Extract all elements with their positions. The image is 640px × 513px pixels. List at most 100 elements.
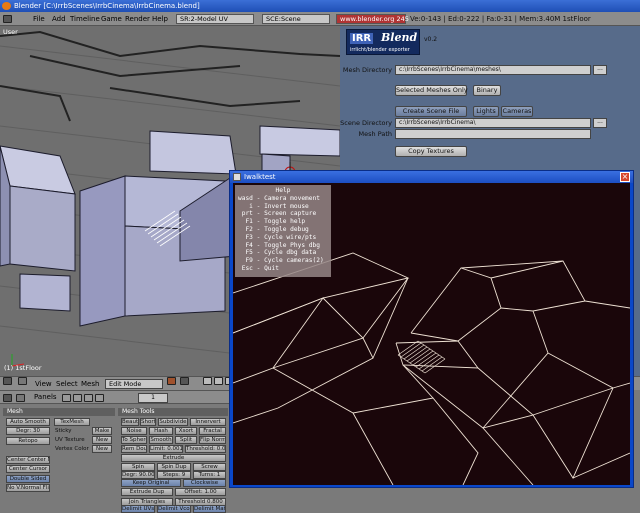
tool-limit-field[interactable]: Limit: 0.001 bbox=[149, 445, 183, 453]
menu-help[interactable]: Help bbox=[152, 12, 168, 26]
iwalktest-window[interactable]: Iwalktest × Help wasd - Camera movement … bbox=[229, 170, 634, 488]
irrb-logo-blend: Blend bbox=[381, 31, 418, 44]
tool-to-sphere[interactable]: To Sphere bbox=[121, 436, 147, 444]
screw-button[interactable]: Screw bbox=[193, 463, 226, 471]
buttons-collapse-icon[interactable] bbox=[16, 394, 25, 402]
selected-meshes-only-toggle[interactable]: Selected Meshes Only bbox=[395, 85, 468, 96]
buttons-editor-icon[interactable] bbox=[3, 394, 12, 402]
mesh-directory-field[interactable]: c:\IrrbScenes\IrrbCinema\meshes\ bbox=[395, 65, 591, 75]
tool-hash[interactable]: Hash bbox=[149, 427, 173, 435]
vertex-select-icon[interactable] bbox=[203, 377, 212, 385]
help-line: F2 - Toggle debug bbox=[238, 225, 309, 233]
help-line: F1 - Toggle help bbox=[238, 218, 306, 226]
uv-texture-label: UV Texture bbox=[55, 437, 85, 443]
screen-selector[interactable]: SR:2-Model UV bbox=[176, 14, 254, 24]
uv-texture-new-button[interactable]: New bbox=[92, 436, 112, 444]
copy-textures-toggle[interactable]: Copy Textures bbox=[395, 146, 467, 157]
tool-rem-doubles[interactable]: Rem Doubles bbox=[121, 445, 147, 453]
help-line: F3 - Cycle wire/pts bbox=[238, 233, 317, 241]
center-new-button[interactable]: Center Center Ne bbox=[6, 456, 50, 464]
auto-smooth-toggle[interactable]: Auto Smooth bbox=[6, 418, 50, 426]
tool-innervert[interactable]: Innervert bbox=[190, 418, 226, 426]
help-line: wasd - Camera movement bbox=[238, 194, 320, 202]
mesh-directory-label: Mesh Directory bbox=[342, 66, 392, 74]
vertex-color-label: Vertex Color bbox=[55, 446, 89, 452]
sticky-make-button[interactable]: Make bbox=[92, 427, 112, 435]
editor-type-icon[interactable] bbox=[3, 15, 12, 23]
degr-90-field[interactable]: Degr: 90.00 bbox=[121, 471, 155, 479]
extrude-dup-button[interactable]: Extrude Dup bbox=[121, 488, 173, 496]
buttons-window-header: Panels 1 bbox=[0, 390, 230, 404]
create-scene-file-toggle[interactable]: Create Scene File bbox=[395, 106, 467, 117]
extrude-button[interactable]: Extrude bbox=[121, 454, 226, 462]
mesh-path-label: Mesh Path bbox=[358, 130, 392, 138]
degr-field[interactable]: Degr: 30 bbox=[6, 427, 50, 435]
close-icon[interactable]: × bbox=[620, 172, 630, 182]
sticky-label: Sticky bbox=[55, 428, 72, 434]
steps-field[interactable]: Steps: 9 bbox=[157, 471, 191, 479]
spin-dup-button[interactable]: Spin Dup bbox=[157, 463, 191, 471]
menu-render[interactable]: Render bbox=[125, 12, 150, 26]
irrb-logo: IRR Blend irrlicht/blender exporter bbox=[346, 29, 420, 55]
irrb-logo-subtitle: irrlicht/blender exporter bbox=[350, 47, 410, 53]
tool-subdivide[interactable]: Subdivide bbox=[158, 418, 188, 426]
render-canvas[interactable]: Help wasd - Camera movement i - Invert mo… bbox=[233, 183, 630, 485]
frame-number-field[interactable]: 1 bbox=[138, 393, 168, 403]
double-sided-toggle[interactable]: Double Sided bbox=[6, 475, 50, 483]
viewport-editor-icon[interactable] bbox=[3, 377, 12, 385]
collapse-menu-icon[interactable] bbox=[18, 377, 27, 385]
tool-xsort[interactable]: Xsort bbox=[175, 427, 197, 435]
tool-fractal[interactable]: Fractal bbox=[199, 427, 226, 435]
texmesh-field[interactable]: TexMesh bbox=[54, 418, 90, 426]
scene-selector[interactable]: SCE:Scene bbox=[262, 14, 330, 24]
pivot-icon[interactable] bbox=[180, 377, 189, 385]
tool-smooth[interactable]: Smooth bbox=[149, 436, 173, 444]
tool-flip-normal[interactable]: Flip Normal bbox=[199, 436, 226, 444]
clockwise-toggle[interactable]: Clockwise bbox=[183, 479, 226, 487]
menu-game[interactable]: Game bbox=[101, 12, 122, 26]
mesh-path-field[interactable] bbox=[395, 129, 591, 139]
keep-original-toggle[interactable]: Keep Original bbox=[121, 479, 181, 487]
draw-type-icon[interactable] bbox=[167, 377, 176, 385]
mesh-directory-browse-button[interactable]: ... bbox=[593, 65, 607, 75]
vertex-color-new-button[interactable]: New bbox=[92, 445, 112, 453]
edge-select-icon[interactable] bbox=[214, 377, 223, 385]
offset-field[interactable]: Offset: 1.00 bbox=[175, 488, 226, 496]
no-vnormal-flip-toggle[interactable]: No V.Normal Flip bbox=[6, 484, 50, 492]
turns-field[interactable]: Turns: 1 bbox=[193, 471, 226, 479]
menu-view[interactable]: View bbox=[35, 377, 52, 391]
panels-menu[interactable]: Panels bbox=[34, 391, 57, 404]
help-title: Help bbox=[275, 187, 291, 194]
tool-noise[interactable]: Noise bbox=[121, 427, 147, 435]
menu-file[interactable]: File bbox=[33, 12, 45, 26]
context-icon-1[interactable] bbox=[62, 394, 71, 402]
mesh-tools-panel-title: Mesh Tools bbox=[118, 408, 228, 416]
tool-split[interactable]: Split bbox=[175, 436, 197, 444]
context-icon-2[interactable] bbox=[73, 394, 82, 402]
binary-toggle[interactable]: Binary bbox=[473, 85, 501, 96]
mesh-panel-title: Mesh bbox=[3, 408, 115, 416]
scene-directory-browse-button[interactable]: ... bbox=[593, 118, 607, 128]
menu-select[interactable]: Select bbox=[56, 377, 78, 391]
help-line: prt - Screen capture bbox=[238, 210, 317, 218]
edit-mode-selector[interactable]: Edit Mode bbox=[105, 379, 163, 389]
context-icon-4[interactable] bbox=[95, 394, 104, 402]
scene-directory-field[interactable]: c:\IrrbScenes\IrrbCinema\ bbox=[395, 118, 591, 128]
window-title: Blender [C:\IrrbScenes\IrrbCinema\IrrbCi… bbox=[14, 2, 200, 10]
center-cursor-button[interactable]: Center Cursor bbox=[6, 465, 50, 473]
context-icon-3[interactable] bbox=[84, 394, 93, 402]
menu-mesh[interactable]: Mesh bbox=[81, 377, 99, 391]
tool-beauty[interactable]: Beauty bbox=[121, 418, 139, 426]
iwalktest-title-bar[interactable]: Iwalktest bbox=[230, 171, 633, 183]
cameras-toggle[interactable]: Cameras bbox=[501, 106, 533, 117]
blender-url-link[interactable]: www.blender.org 245 bbox=[336, 14, 409, 24]
retopo-toggle[interactable]: Retopo bbox=[6, 437, 50, 445]
help-line: F9 - Cycle cameras(2) bbox=[238, 257, 324, 265]
menu-timeline[interactable]: Timeline bbox=[70, 12, 100, 26]
spin-button[interactable]: Spin bbox=[121, 463, 155, 471]
tool-threshold-field[interactable]: Threshold: 0.010 bbox=[185, 445, 226, 453]
lights-toggle[interactable]: Lights bbox=[473, 106, 499, 117]
tool-short[interactable]: Short bbox=[140, 418, 156, 426]
app-icon bbox=[233, 173, 241, 181]
menu-add[interactable]: Add bbox=[52, 12, 66, 26]
